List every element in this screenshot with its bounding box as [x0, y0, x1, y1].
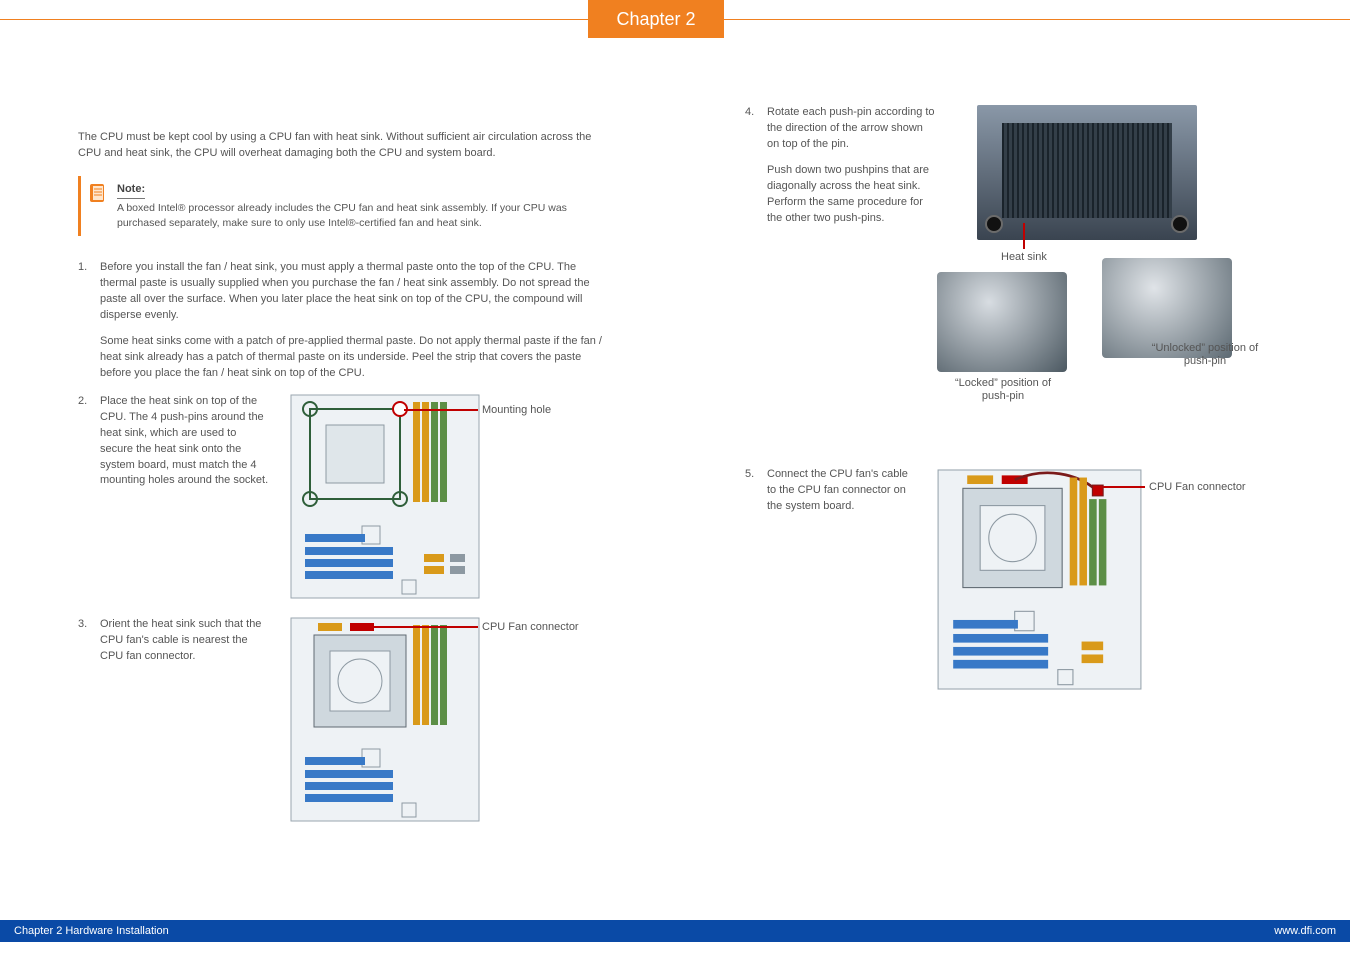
right-steps: 4. Rotate each push-pin according to the… — [745, 105, 1272, 698]
step-text: Before you install the fan / heat sink, … — [100, 260, 605, 324]
step-1: 1. Before you install the fan / heat sin… — [78, 260, 605, 382]
figure-fan-connector: CPU Fan connector — [290, 617, 605, 828]
step-text-extra: Some heat sinks come with a patch of pre… — [100, 334, 605, 382]
page-body: The CPU must be kept cool by using a CPU… — [0, 0, 1350, 914]
left-steps: 1. Before you install the fan / heat sin… — [78, 260, 605, 827]
step-text-extra: Push down two pushpins that are diagonal… — [767, 163, 937, 227]
heatsink-fins-icon — [1002, 123, 1172, 218]
left-column: The CPU must be kept cool by using a CPU… — [78, 130, 605, 884]
step-text: Place the heat sink on top of the CPU. T… — [100, 394, 270, 490]
intro-text: The CPU must be kept cool by using a CPU… — [78, 130, 605, 162]
step-body: Rotate each push-pin according to the di… — [767, 105, 1272, 455]
motherboard-diagram-icon — [937, 467, 1142, 692]
figure-fan-cable: CPU Fan connector — [937, 467, 1272, 698]
step-number: 2. — [78, 394, 92, 605]
right-column: 4. Rotate each push-pin according to the… — [745, 105, 1272, 859]
step-number: 1. — [78, 260, 92, 382]
callout-label: Mounting hole — [482, 403, 551, 419]
page-footer: Chapter 2 Hardware Installation www.dfi.… — [0, 920, 1350, 942]
step-text: Connect the CPU fan's cable to the CPU f… — [767, 467, 917, 515]
locked-label: “Locked” position of push-pin — [943, 377, 1063, 403]
callout-label: CPU Fan connector — [1149, 480, 1246, 496]
push-pin-icon — [985, 215, 1003, 233]
step-3: 3. Orient the heat sink such that the CP… — [78, 617, 605, 828]
chapter-tab: Chapter 2 — [588, 0, 724, 38]
callout-line — [374, 626, 478, 628]
unlocked-label: “Unlocked” position of push-pin — [1140, 342, 1270, 368]
motherboard-diagram-icon — [290, 394, 480, 599]
step-2: 2. Place the heat sink on top of the CPU… — [78, 394, 605, 605]
step-number: 5. — [745, 467, 759, 698]
step-number: 4. — [745, 105, 759, 455]
note-icon — [87, 182, 109, 204]
callout-label: CPU Fan connector — [482, 620, 579, 636]
footer-right: www.dfi.com — [1274, 925, 1336, 937]
callout-line — [1023, 223, 1025, 249]
step-number: 3. — [78, 617, 92, 828]
step-5: 5. Connect the CPU fan's cable to the CP… — [745, 467, 1272, 698]
step-text: Orient the heat sink such that the CPU f… — [100, 617, 270, 665]
step-text-main: Rotate each push-pin according to the di… — [767, 105, 937, 153]
step-body: Before you install the fan / heat sink, … — [100, 260, 605, 382]
step-body: Connect the CPU fan's cable to the CPU f… — [767, 467, 1272, 698]
step-body: Place the heat sink on top of the CPU. T… — [100, 394, 605, 605]
heat-sink-label: Heat sink — [1001, 251, 1047, 264]
heatsink-top-photo — [977, 105, 1197, 240]
figure-mounting-hole: Mounting hole — [290, 394, 605, 605]
note-box: Note: A boxed Intel® processor already i… — [78, 176, 605, 236]
note-label: Note: — [117, 182, 145, 199]
callout-line — [404, 409, 478, 411]
step-body: Orient the heat sink such that the CPU f… — [100, 617, 605, 828]
callout-line — [1103, 486, 1145, 488]
note-text: A boxed Intel® processor already include… — [117, 201, 605, 230]
figure-heatsink-photos: Heat sink “Locked” position of push-pin … — [967, 105, 1267, 455]
motherboard-diagram-icon — [290, 617, 480, 822]
footer-left: Chapter 2 Hardware Installation — [14, 925, 169, 937]
push-pin-icon — [1171, 215, 1189, 233]
step-4: 4. Rotate each push-pin according to the… — [745, 105, 1272, 455]
note-content: Note: A boxed Intel® processor already i… — [117, 182, 605, 230]
step-text: Rotate each push-pin according to the di… — [767, 105, 937, 227]
locked-pushpin-photo — [937, 272, 1067, 372]
